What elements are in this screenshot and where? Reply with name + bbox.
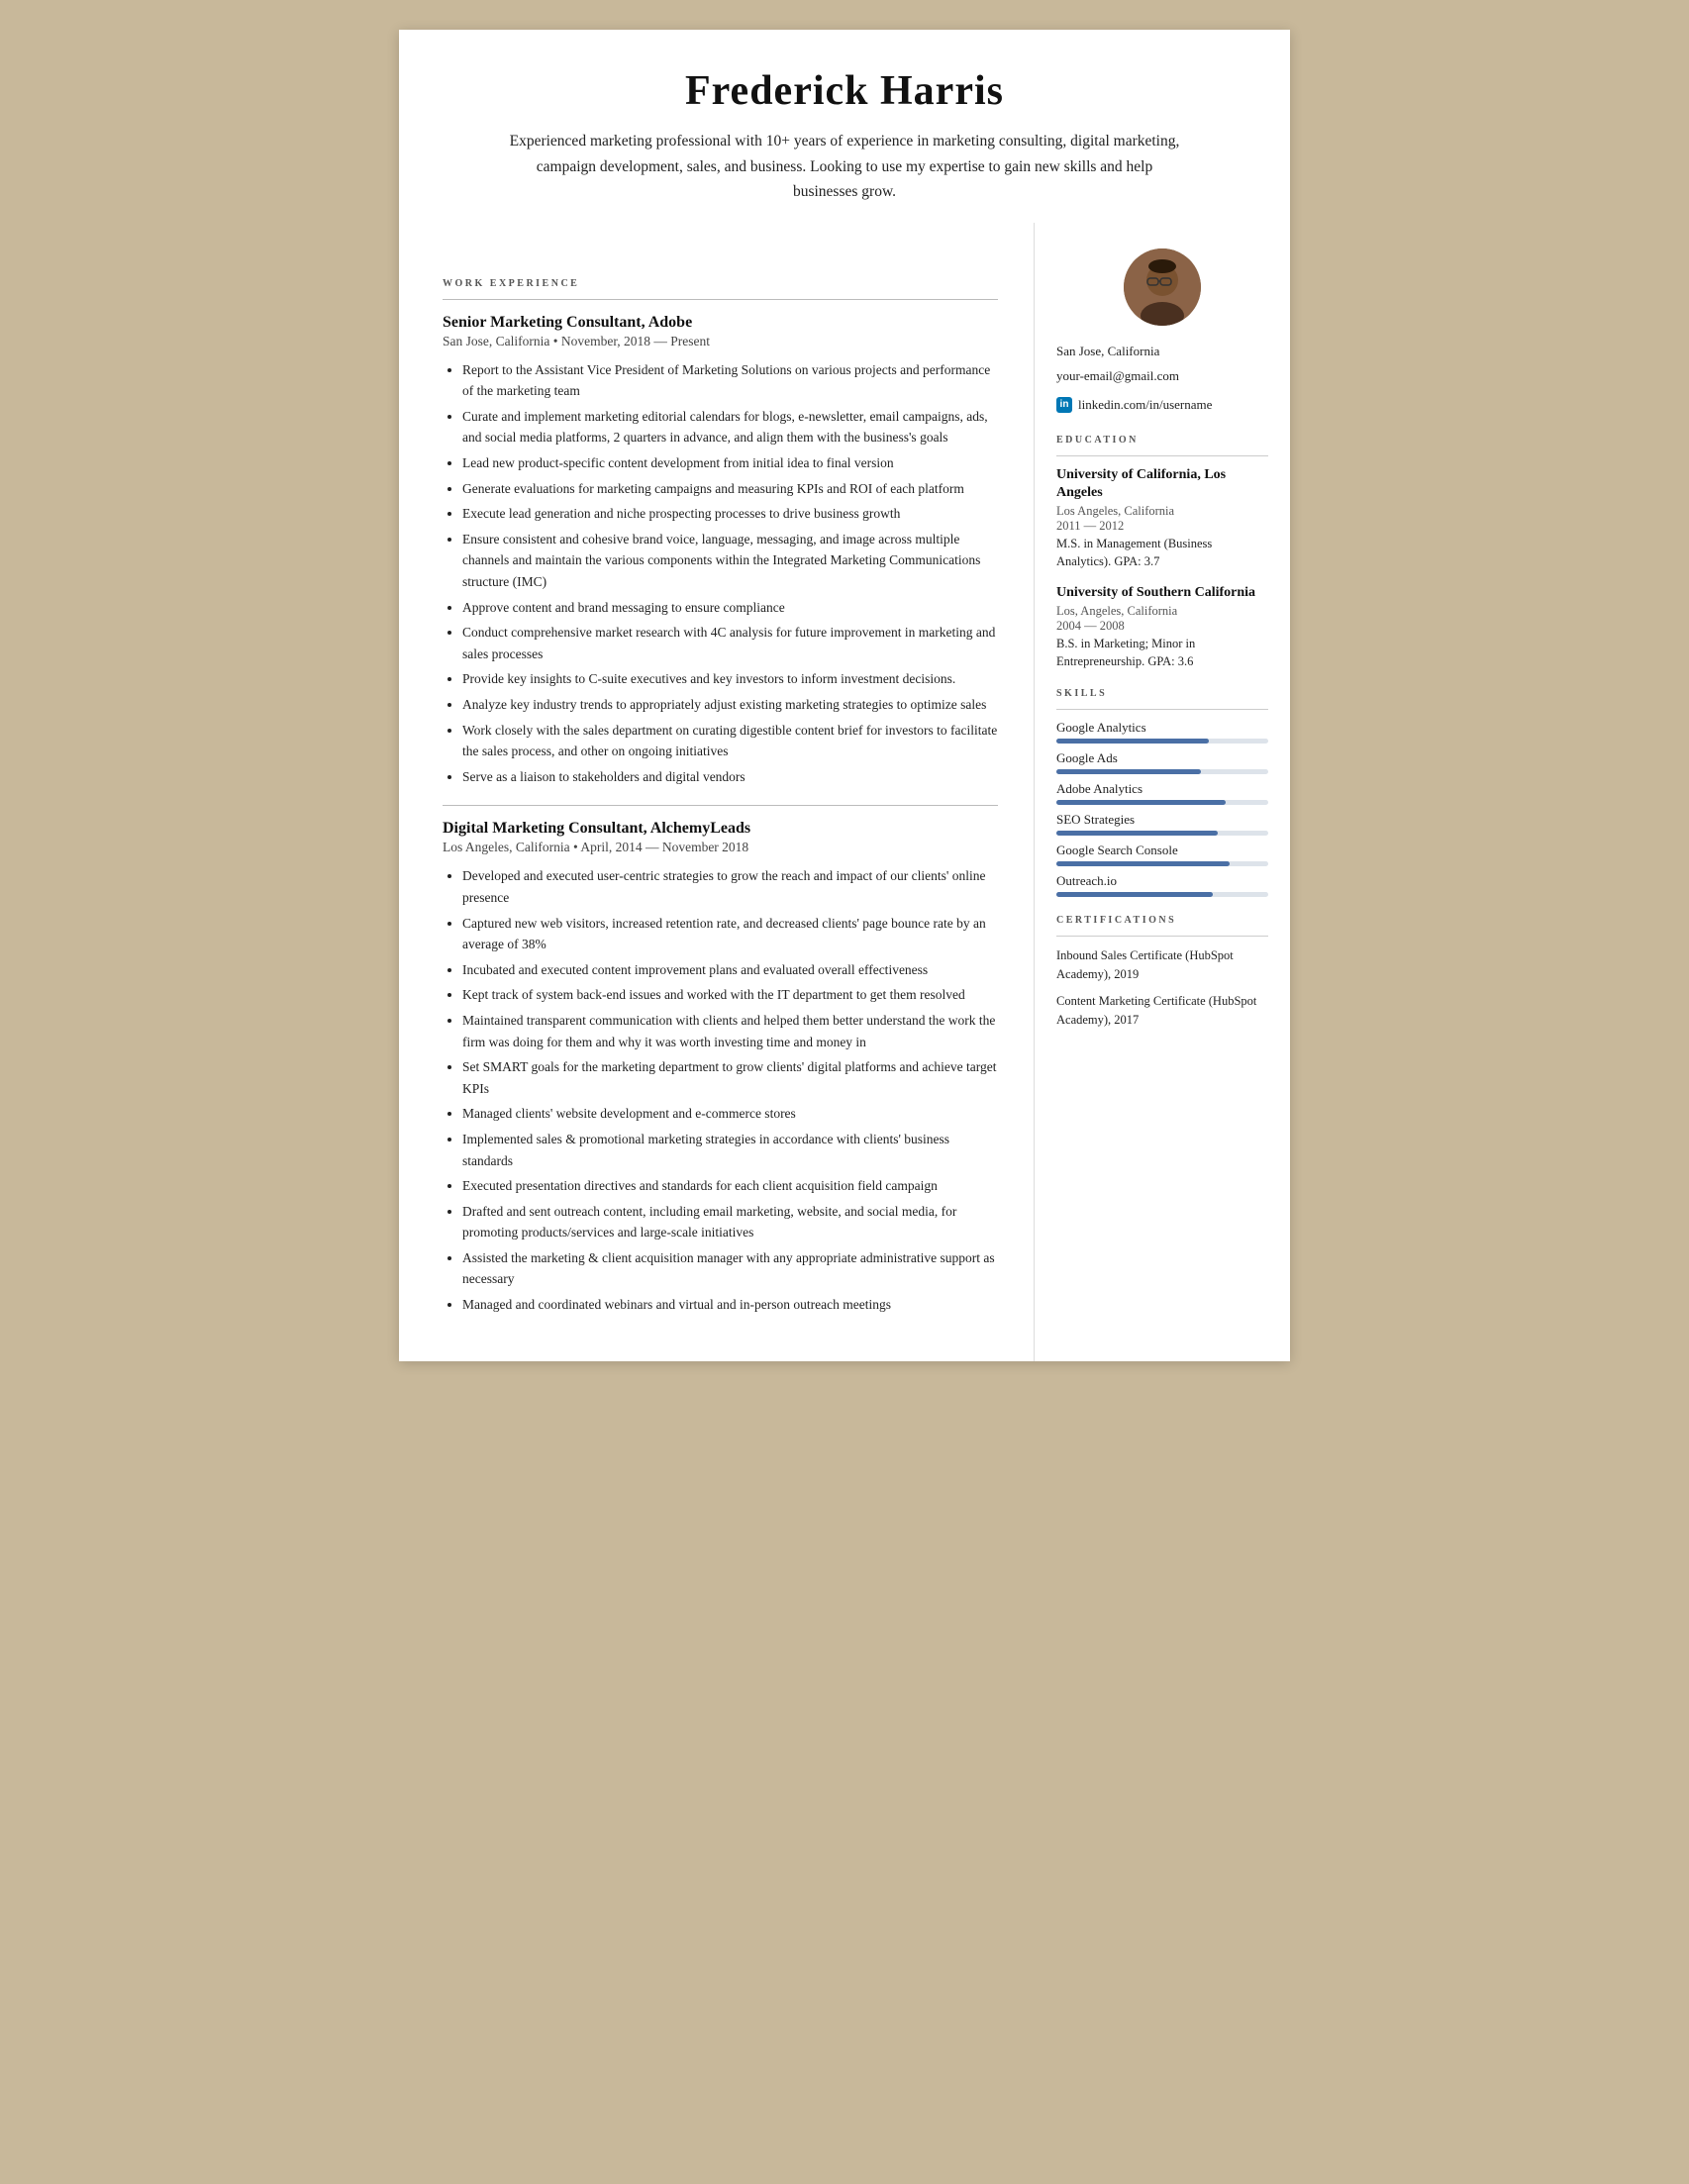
cert-entry-2: Content Marketing Certificate (HubSpot A… <box>1056 992 1268 1030</box>
bullet: Generate evaluations for marketing campa… <box>462 478 998 500</box>
bullet: Provide key insights to C-suite executiv… <box>462 668 998 690</box>
bullet: Work closely with the sales department o… <box>462 720 998 762</box>
education-divider <box>1056 455 1268 456</box>
bullet: Maintained transparent communication wit… <box>462 1010 998 1052</box>
skill-bar-bg <box>1056 739 1268 744</box>
skill-bar-bg <box>1056 892 1268 897</box>
job-bullets-1: Report to the Assistant Vice President o… <box>443 359 998 788</box>
resume-container: Frederick Harris Experienced marketing p… <box>399 30 1290 1361</box>
skill-bar-bg <box>1056 831 1268 836</box>
bullet: Kept track of system back-end issues and… <box>462 984 998 1006</box>
job-meta-2: Los Angeles, California • April, 2014 — … <box>443 840 998 855</box>
education-label: EDUCATION <box>1056 435 1268 446</box>
edu-entry-1: University of California, Los Angeles Lo… <box>1056 466 1268 570</box>
edu-years-2: 2004 — 2008 <box>1056 619 1268 634</box>
job-meta-1: San Jose, California • November, 2018 — … <box>443 334 998 349</box>
edu-degree-1: M.S. in Management (Business Analytics).… <box>1056 536 1268 570</box>
bullet: Managed clients' website development and… <box>462 1103 998 1125</box>
skill-entry-4: Google Search Console <box>1056 843 1268 866</box>
skill-bar-bg <box>1056 800 1268 805</box>
certifications-label: CERTIFICATIONS <box>1056 915 1268 926</box>
avatar-wrap <box>1056 248 1268 326</box>
skill-entry-0: Google Analytics <box>1056 720 1268 744</box>
job-bullets-2: Developed and executed user-centric stra… <box>443 865 998 1315</box>
certifications-divider <box>1056 936 1268 937</box>
bullet: Ensure consistent and cohesive brand voi… <box>462 529 998 593</box>
edu-name-1: University of California, Los Angeles <box>1056 466 1268 502</box>
skill-name: Outreach.io <box>1056 873 1268 889</box>
skill-bar-fill <box>1056 831 1218 836</box>
skill-bar-bg <box>1056 861 1268 866</box>
skill-bar-fill <box>1056 769 1201 774</box>
bullet: Analyze key industry trends to appropria… <box>462 694 998 716</box>
location-text: San Jose, California <box>1056 340 1268 362</box>
skill-name: Google Search Console <box>1056 843 1268 858</box>
bullet: Serve as a liaison to stakeholders and d… <box>462 766 998 788</box>
job-title-1: Senior Marketing Consultant, Adobe <box>443 314 998 332</box>
avatar <box>1124 248 1201 326</box>
header-section: Frederick Harris Experienced marketing p… <box>399 30 1290 223</box>
candidate-name: Frederick Harris <box>458 67 1231 115</box>
linkedin-line: in linkedin.com/in/username <box>1056 393 1268 416</box>
work-experience-divider <box>443 299 998 300</box>
cert-entry-1: Inbound Sales Certificate (HubSpot Acade… <box>1056 946 1268 984</box>
main-column: WORK EXPERIENCE Senior Marketing Consult… <box>399 223 1035 1361</box>
edu-years-1: 2011 — 2012 <box>1056 519 1268 534</box>
sidebar-column: San Jose, California your-email@gmail.co… <box>1035 223 1290 1073</box>
skills-list: Google Analytics Google Ads Adobe Analyt… <box>1056 720 1268 897</box>
skills-label: SKILLS <box>1056 688 1268 699</box>
bullet: Managed and coordinated webinars and vir… <box>462 1294 998 1316</box>
bullet: Report to the Assistant Vice President o… <box>462 359 998 402</box>
skill-bar-fill <box>1056 892 1213 897</box>
bullet: Set SMART goals for the marketing depart… <box>462 1056 998 1099</box>
edu-name-2: University of Southern California <box>1056 584 1268 602</box>
bullet: Drafted and sent outreach content, inclu… <box>462 1201 998 1243</box>
bullet: Developed and executed user-centric stra… <box>462 865 998 908</box>
skill-entry-1: Google Ads <box>1056 750 1268 774</box>
bullet: Lead new product-specific content develo… <box>462 452 998 474</box>
job-divider-2 <box>443 805 998 806</box>
skill-bar-bg <box>1056 769 1268 774</box>
contact-info: San Jose, California your-email@gmail.co… <box>1056 340 1268 417</box>
linkedin-text: linkedin.com/in/username <box>1078 393 1212 416</box>
skills-divider <box>1056 709 1268 710</box>
skill-entry-2: Adobe Analytics <box>1056 781 1268 805</box>
skill-name: Google Ads <box>1056 750 1268 766</box>
bullet: Conduct comprehensive market research wi… <box>462 622 998 664</box>
skill-name: Google Analytics <box>1056 720 1268 736</box>
skill-entry-5: Outreach.io <box>1056 873 1268 897</box>
bullet: Executed presentation directives and sta… <box>462 1175 998 1197</box>
skill-entry-3: SEO Strategies <box>1056 812 1268 836</box>
bullet: Approve content and brand messaging to e… <box>462 597 998 619</box>
skill-name: Adobe Analytics <box>1056 781 1268 797</box>
bullet: Execute lead generation and niche prospe… <box>462 503 998 525</box>
bullet: Captured new web visitors, increased ret… <box>462 913 998 955</box>
bullet: Curate and implement marketing editorial… <box>462 406 998 448</box>
job-entry-2: Digital Marketing Consultant, AlchemyLea… <box>443 820 998 1315</box>
body-columns: WORK EXPERIENCE Senior Marketing Consult… <box>399 223 1290 1361</box>
skill-bar-fill <box>1056 800 1226 805</box>
job-entry-1: Senior Marketing Consultant, Adobe San J… <box>443 314 998 788</box>
bullet: Incubated and executed content improveme… <box>462 959 998 981</box>
edu-location-1: Los Angeles, California <box>1056 504 1268 519</box>
email-text: your-email@gmail.com <box>1056 364 1268 387</box>
bullet: Implemented sales & promotional marketin… <box>462 1129 998 1171</box>
skill-bar-fill <box>1056 861 1230 866</box>
linkedin-icon: in <box>1056 397 1072 413</box>
job-title-2: Digital Marketing Consultant, AlchemyLea… <box>443 820 998 838</box>
work-experience-label: WORK EXPERIENCE <box>443 278 998 289</box>
edu-degree-2: B.S. in Marketing; Minor in Entrepreneur… <box>1056 636 1268 670</box>
bullet: Assisted the marketing & client acquisit… <box>462 1247 998 1290</box>
edu-entry-2: University of Southern California Los, A… <box>1056 584 1268 670</box>
skill-bar-fill <box>1056 739 1209 744</box>
skill-name: SEO Strategies <box>1056 812 1268 828</box>
edu-location-2: Los, Angeles, California <box>1056 604 1268 619</box>
candidate-summary: Experienced marketing professional with … <box>508 129 1181 205</box>
